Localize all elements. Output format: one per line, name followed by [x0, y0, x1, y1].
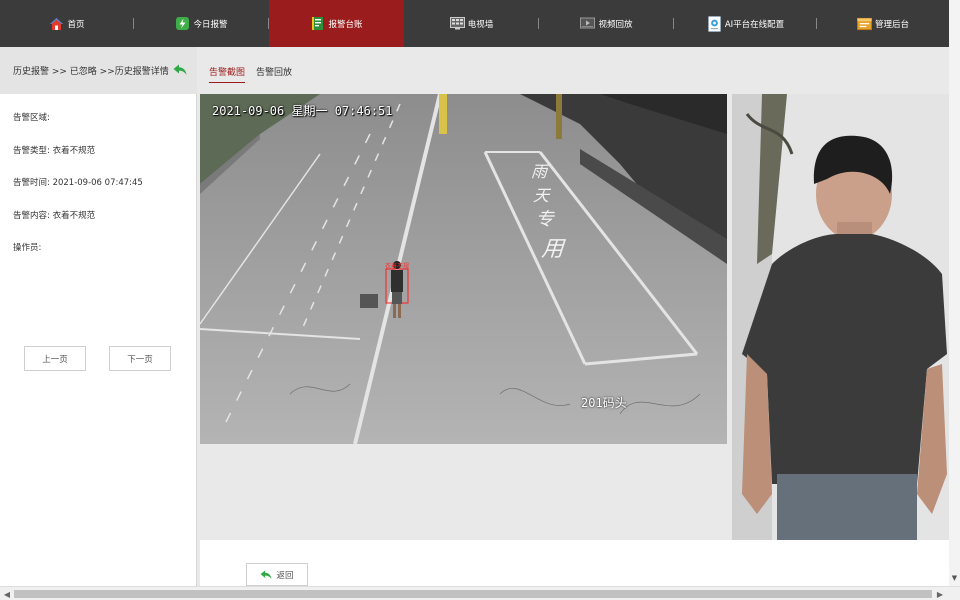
nav-item-alarm-ledger[interactable]: 报警台账	[269, 0, 404, 47]
scroll-left-icon[interactable]: ◀	[1, 589, 13, 599]
nav-item-tv-wall[interactable]: 电视墙	[404, 0, 539, 47]
detail-time: 告警时间: 2021-09-06 07:47:45	[13, 178, 143, 188]
nav-item-ai-config[interactable]: AI平台在线配置	[674, 0, 817, 47]
top-nav: 首页 今日报警 报警台账 电视墙 视频回放 AI平台在线配置 管理后台	[0, 0, 949, 47]
alarm-details-panel: 告警区域: 告警类型: 衣着不规范 告警时间: 2021-09-06 07:47…	[0, 94, 197, 586]
detail-type: 告警类型: 衣着不规范	[13, 146, 96, 156]
ai-config-icon	[707, 15, 722, 32]
detail-content: 告警内容: 衣着不规范	[13, 211, 96, 221]
nav-label: 视频回放	[598, 19, 633, 30]
nav-item-video-playback[interactable]: 视频回放	[539, 0, 674, 47]
scrollbar-thumb[interactable]	[14, 590, 932, 598]
nav-item-alarm-today[interactable]: 今日报警	[134, 0, 269, 47]
bottom-panel: 返回	[200, 540, 949, 586]
alarm-today-icon	[175, 16, 190, 31]
next-page-button[interactable]: 下一页	[109, 346, 171, 371]
road-char: 雨	[529, 162, 552, 181]
person-crop-image	[732, 94, 949, 540]
detection-label: 衣着不规	[385, 263, 410, 270]
nav-label: 首页	[67, 19, 85, 30]
back-button-label: 返回	[276, 570, 294, 581]
nav-label: 报警台账	[328, 19, 363, 30]
snapshot-timestamp: 2021-09-06 星期一 07:46:51	[212, 104, 393, 118]
tv-wall-icon	[449, 16, 465, 31]
person-drawing	[732, 94, 949, 540]
nav-label: 今日报警	[193, 19, 228, 30]
back-button[interactable]: 返回	[246, 563, 308, 586]
nav-item-admin[interactable]: 管理后台	[817, 0, 949, 47]
horizontal-scrollbar[interactable]: ◀ ▶	[0, 586, 960, 600]
nav-item-home[interactable]: 首页	[0, 0, 134, 47]
back-arrow-icon	[260, 569, 272, 580]
tab-bar: 告警截图 告警回放	[200, 47, 949, 94]
breadcrumb: 历史报警 >> 已忽略 >>历史报警详情	[13, 67, 169, 77]
detail-area: 告警区域:	[13, 113, 50, 123]
road-char: 用	[539, 237, 569, 262]
prev-page-button[interactable]: 上一页	[24, 346, 86, 371]
admin-icon	[856, 16, 872, 31]
snapshot-location: 201码头	[581, 396, 627, 410]
ledger-icon	[310, 16, 325, 31]
tab-alarm-snapshot[interactable]: 告警截图	[209, 65, 246, 83]
page: 首页 今日报警 报警台账 电视墙 视频回放 AI平台在线配置 管理后台 历史报警…	[0, 0, 960, 600]
scene-drawing	[200, 94, 727, 444]
alarm-snapshot-image: 2021-09-06 星期一 07:46:51 衣着不规 201码头 雨 天 专…	[200, 94, 727, 444]
breadcrumb-bar: 历史报警 >> 已忽略 >>历史报警详情	[0, 47, 197, 94]
window-edge	[949, 0, 960, 600]
nav-label: AI平台在线配置	[724, 19, 785, 30]
back-arrow-icon[interactable]	[173, 64, 187, 76]
scroll-down-icon[interactable]: ▼	[949, 572, 960, 584]
video-playback-icon	[580, 16, 596, 31]
nav-label: 管理后台	[874, 19, 909, 30]
detail-operator: 操作员:	[13, 243, 42, 253]
scroll-right-icon[interactable]: ▶	[934, 589, 946, 599]
home-icon	[49, 16, 64, 31]
tab-alarm-playback[interactable]: 告警回放	[256, 65, 292, 82]
nav-label: 电视墙	[467, 19, 494, 30]
